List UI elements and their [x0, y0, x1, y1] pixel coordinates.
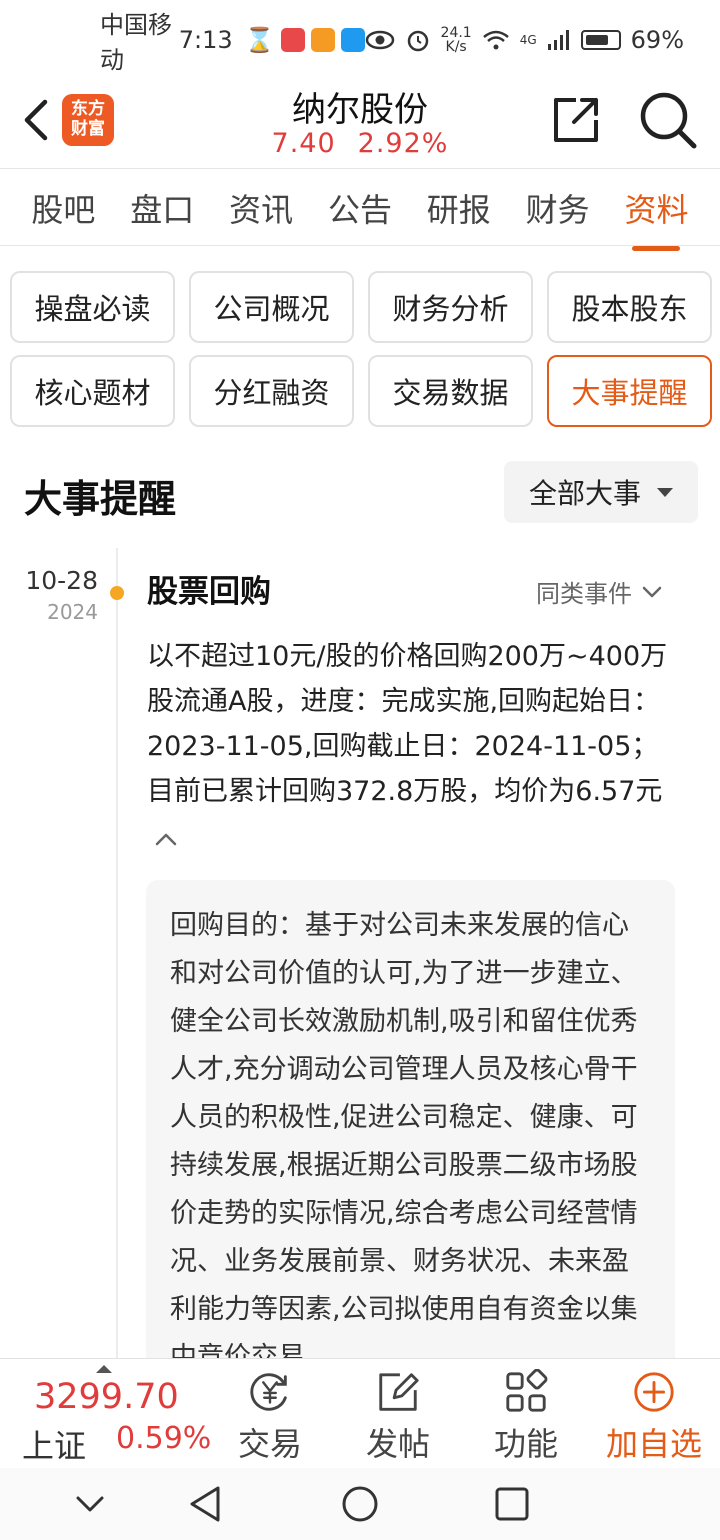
eye-icon	[365, 30, 394, 50]
huawei-app-icon	[280, 28, 305, 52]
tab-research[interactable]: 研报	[423, 185, 495, 231]
similar-events-label: 同类事件	[536, 580, 632, 608]
category-company-overview[interactable]: 公司概况	[189, 271, 354, 343]
caret-down-icon	[657, 487, 673, 497]
add-watchlist-label: 加自选	[605, 1425, 702, 1463]
nav-hide-button[interactable]	[68, 1482, 112, 1526]
event-detail-box: 回购目的：基于对公司未来发展的信心和对公司价值的认可,为了进一步建立、健全公司长…	[146, 880, 675, 1440]
network-type: 4G	[519, 33, 537, 47]
system-nav-bar	[0, 1468, 720, 1540]
signal-icon	[547, 30, 569, 50]
category-financial-analysis[interactable]: 财务分析	[368, 271, 533, 343]
stock-header: 东方 财富 纳尔股份 7.40 2.92%	[0, 80, 720, 170]
battery-level: 69%	[630, 26, 684, 54]
share-button[interactable]	[548, 92, 604, 148]
trade-label: 交易	[237, 1425, 302, 1463]
category-trading-must-read[interactable]: 操盘必读	[10, 271, 175, 343]
event-filter-dropdown[interactable]: 全部大事	[504, 461, 698, 523]
tab-news[interactable]: 资讯	[225, 185, 297, 231]
event-year: 2024	[47, 600, 98, 624]
post-label: 发帖	[365, 1425, 430, 1463]
chevron-down-icon	[642, 586, 662, 597]
search-icon	[640, 92, 697, 149]
tab-finance[interactable]: 财务	[522, 185, 594, 231]
event-date: 10-28	[25, 566, 98, 595]
category-trading-data[interactable]: 交易数据	[368, 355, 533, 427]
status-time: 7:13	[178, 26, 233, 54]
hourglass-icon: ⌛	[244, 26, 275, 54]
video-app-icon	[310, 28, 335, 52]
circle-home-icon	[342, 1486, 378, 1522]
category-major-events[interactable]: 大事提醒	[547, 355, 712, 427]
nav-home-button[interactable]	[338, 1482, 382, 1526]
chevron-up-icon[interactable]	[155, 815, 177, 860]
expand-up-icon	[96, 1365, 112, 1373]
header-divider	[0, 168, 720, 169]
event-description[interactable]: 以不超过10元/股的价格回购200万~400万股流通A股，进度：完成实施,回购起…	[147, 634, 673, 860]
post-button[interactable]: 发帖	[338, 1369, 458, 1465]
alarm-icon	[407, 30, 428, 52]
search-button[interactable]	[636, 88, 700, 152]
event-title: 股票回购	[147, 574, 271, 610]
tab-profile[interactable]: 资料	[620, 185, 692, 251]
wifi-icon	[482, 30, 509, 50]
category-shareholders[interactable]: 股本股东	[547, 271, 712, 343]
edit-icon	[379, 1373, 419, 1411]
battery-icon	[580, 30, 621, 50]
plus-circle-icon	[634, 1372, 674, 1412]
stock-quote: 7.40 2.92%	[0, 128, 720, 159]
search-app-icon	[340, 28, 365, 52]
index-value: 3299.70	[34, 1377, 179, 1417]
stock-name: 纳尔股份	[292, 90, 428, 130]
profile-category-grid: 操盘必读 公司概况 财务分析 股本股东 核心题材 分红融资 交易数据 大事提醒	[10, 271, 712, 427]
share-icon	[554, 98, 598, 142]
status-right: 24.1 K/s 4G 69%	[365, 26, 684, 54]
index-name: 上证	[22, 1427, 87, 1465]
timeline-dot	[110, 586, 124, 600]
tab-bar: 股吧 盘口 资讯 公告 研报 财务 资料	[0, 170, 720, 251]
tab-announcements[interactable]: 公告	[324, 185, 396, 231]
tab-guba[interactable]: 股吧	[27, 185, 99, 231]
square-recents-icon	[495, 1487, 529, 1521]
tab-pankou[interactable]: 盘口	[126, 185, 198, 231]
category-core-themes[interactable]: 核心题材	[10, 355, 175, 427]
section-title: 大事提醒	[24, 477, 177, 521]
functions-button[interactable]: 功能	[466, 1369, 586, 1465]
yen-circle-icon	[250, 1373, 287, 1411]
index-change: 0.59%	[116, 1421, 212, 1456]
add-watchlist-button[interactable]: 加自选	[594, 1369, 714, 1465]
grid-icon	[506, 1369, 548, 1412]
net-speed: 24.1 K/s	[440, 25, 472, 55]
timeline-line	[116, 548, 118, 1360]
nav-recents-button[interactable]	[490, 1482, 534, 1526]
carrier-name: 中国移动	[100, 11, 172, 74]
nav-back-button[interactable]	[184, 1482, 228, 1526]
filter-label: 全部大事	[528, 477, 641, 510]
bottom-toolbar: 3299.70 上证 0.59% 交易 发帖 功能 加自选	[0, 1358, 720, 1468]
event-detail-text: 回购目的：基于对公司未来发展的信心和对公司价值的认可,为了进一步建立、健全公司长…	[170, 910, 638, 1373]
triangle-back-icon	[190, 1486, 220, 1522]
category-dividends-financing[interactable]: 分红融资	[189, 355, 354, 427]
notification-icons	[280, 28, 365, 52]
similar-events-button[interactable]: 同类事件	[536, 574, 662, 609]
chevron-down-icon	[76, 1496, 104, 1512]
event-description-text: 以不超过10元/股的价格回购200万~400万股流通A股，进度：完成实施,回购起…	[147, 641, 668, 807]
functions-label: 功能	[493, 1425, 558, 1463]
trade-button[interactable]: 交易	[210, 1369, 330, 1465]
status-bar: 中国移动 7:13 ⌛ 24.1 K/s 4G 69%	[0, 0, 720, 80]
stock-change: 2.92%	[357, 128, 449, 159]
stock-price: 7.40	[271, 128, 336, 159]
